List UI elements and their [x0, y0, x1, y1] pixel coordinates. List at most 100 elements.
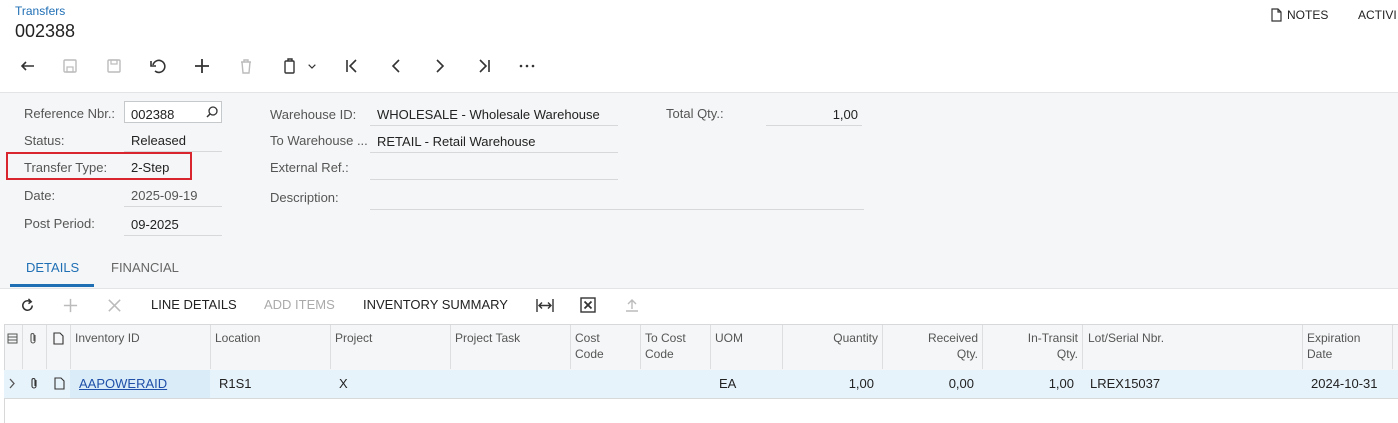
attachment-header-icon — [30, 333, 36, 344]
date-value[interactable]: 2025-09-19 — [131, 188, 198, 203]
last-icon — [479, 59, 490, 73]
search-icon[interactable] — [205, 105, 219, 119]
attachment-icon[interactable] — [29, 377, 40, 390]
chevron-down-icon — [308, 64, 316, 69]
external-ref-label: External Ref.: — [270, 160, 349, 175]
last-record-button[interactable] — [471, 54, 497, 78]
col-quantity[interactable]: Quantity — [788, 330, 878, 346]
total-qty-value: 1,00 — [832, 107, 858, 122]
activities-button[interactable]: ACTIVI — [1358, 8, 1397, 22]
col-project-task[interactable]: Project Task — [455, 330, 520, 346]
quantity-cell[interactable]: 1,00 — [784, 376, 874, 391]
expiration-date-cell[interactable]: 2024-10-31 — [1311, 376, 1378, 391]
save-close-icon — [63, 59, 77, 73]
reference-value[interactable]: 002388 — [131, 107, 174, 122]
copy-paste-button[interactable] — [277, 54, 303, 78]
transfer-type-label: Transfer Type: — [24, 160, 108, 175]
tab-financial[interactable]: FINANCIAL — [111, 260, 179, 275]
copy-paste-icon — [284, 58, 295, 74]
undo-button[interactable] — [145, 54, 171, 78]
next-icon — [436, 59, 445, 73]
reference-label: Reference Nbr.: — [24, 106, 116, 121]
col-received-qty[interactable]: Received Qty. — [918, 330, 978, 362]
note-header-icon — [53, 332, 64, 345]
tab-details-indicator — [10, 284, 94, 287]
back-button[interactable] — [14, 54, 40, 78]
date-label: Date: — [24, 188, 56, 203]
inventory-summary-button[interactable]: INVENTORY SUMMARY — [363, 297, 508, 312]
post-period-underline — [124, 235, 222, 236]
warehouse-label: Warehouse ID: — [270, 107, 357, 122]
external-ref-input[interactable] — [370, 179, 618, 180]
to-warehouse-underline — [370, 152, 618, 153]
page-title: 002388 — [15, 21, 76, 41]
notes-button[interactable]: NOTES — [1270, 8, 1328, 22]
col-to-cost-code[interactable]: To Cost Code — [645, 330, 701, 362]
status-label: Status: — [24, 133, 65, 148]
to-warehouse-value[interactable]: RETAIL - Retail Warehouse — [377, 134, 535, 149]
refresh-icon[interactable] — [19, 297, 36, 314]
excel-icon[interactable] — [580, 297, 596, 313]
delete-row-icon[interactable] — [106, 297, 123, 314]
project-cell[interactable]: X — [339, 376, 348, 391]
next-record-button[interactable] — [427, 54, 453, 78]
col-uom[interactable]: UOM — [715, 330, 743, 346]
to-warehouse-label: To Warehouse ... — [270, 133, 368, 148]
inventory-id-link[interactable]: AAPOWERAID — [79, 376, 167, 391]
undo-icon — [150, 59, 166, 74]
add-button[interactable] — [189, 54, 215, 78]
received-qty-cell[interactable]: 0,00 — [884, 376, 974, 391]
in-transit-qty-cell[interactable]: 1,00 — [984, 376, 1074, 391]
more-icon — [519, 64, 535, 68]
prev-icon — [391, 59, 400, 73]
tab-details[interactable]: DETAILS — [26, 260, 79, 275]
transfer-type-value[interactable]: 2-Step — [131, 160, 169, 175]
grid-header — [4, 324, 1398, 371]
delete-button[interactable] — [233, 54, 259, 78]
save-close-button[interactable] — [57, 54, 83, 78]
activities-label: ACTIVI — [1358, 8, 1397, 22]
warehouse-value[interactable]: WHOLESALE - Wholesale Warehouse — [377, 107, 600, 122]
post-period-value[interactable]: 09-2025 — [131, 217, 179, 232]
warehouse-underline — [370, 125, 618, 126]
breadcrumb[interactable]: Transfers — [15, 4, 65, 18]
note-icon[interactable] — [54, 377, 65, 390]
save-icon — [107, 59, 121, 73]
row-selector-header-icon[interactable] — [7, 333, 18, 344]
post-period-label: Post Period: — [24, 216, 95, 231]
col-location[interactable]: Location — [215, 330, 260, 346]
add-row-icon[interactable] — [62, 297, 79, 314]
notes-label: NOTES — [1287, 8, 1329, 22]
date-underline — [124, 206, 222, 207]
back-icon — [20, 61, 34, 71]
previous-record-button[interactable] — [383, 54, 409, 78]
col-in-transit-qty[interactable]: In-Transit Qty. — [1018, 330, 1078, 362]
more-button[interactable] — [514, 54, 540, 78]
chevron-right-icon[interactable] — [8, 378, 16, 389]
upload-icon[interactable] — [624, 297, 640, 313]
fit-columns-icon[interactable] — [536, 297, 554, 314]
lot-serial-cell[interactable]: LREX15037 — [1090, 376, 1160, 391]
copy-paste-dropdown[interactable] — [302, 54, 322, 78]
col-project[interactable]: Project — [335, 330, 372, 346]
add-items-button[interactable]: ADD ITEMS — [264, 297, 335, 312]
status-value: Released — [131, 133, 186, 148]
description-input[interactable] — [370, 209, 864, 210]
line-details-button[interactable]: LINE DETAILS — [151, 297, 237, 312]
total-qty-underline — [766, 125, 862, 126]
location-cell[interactable]: R1S1 — [219, 376, 252, 391]
save-button[interactable] — [101, 54, 127, 78]
total-qty-label: Total Qty.: — [666, 106, 724, 121]
col-inventory-id[interactable]: Inventory ID — [75, 330, 140, 346]
col-expiration-date[interactable]: Expiration Date — [1307, 330, 1377, 362]
col-lot-serial[interactable]: Lot/Serial Nbr. — [1088, 330, 1164, 346]
add-icon — [195, 59, 209, 73]
first-icon — [346, 59, 357, 73]
delete-icon — [241, 59, 251, 74]
col-cost-code[interactable]: Cost Code — [575, 330, 615, 362]
uom-cell[interactable]: EA — [719, 376, 736, 391]
first-record-button[interactable] — [339, 54, 365, 78]
note-icon — [1271, 8, 1282, 22]
description-label: Description: — [270, 190, 339, 205]
table-row[interactable] — [4, 370, 1398, 399]
